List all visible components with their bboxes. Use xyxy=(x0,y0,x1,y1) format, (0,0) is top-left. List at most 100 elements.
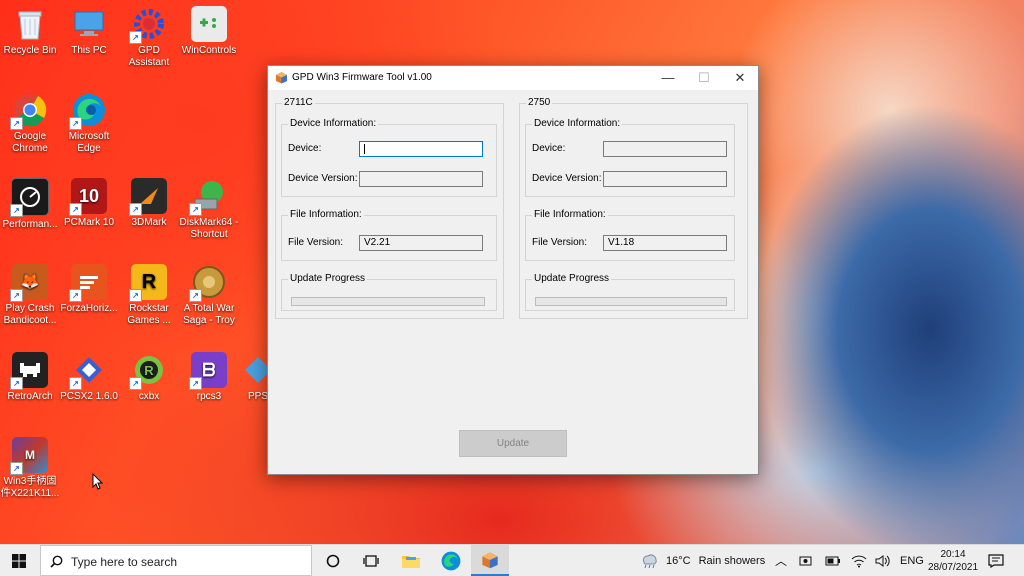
weather-description: Rain showers xyxy=(698,554,766,567)
desktop-icon-chrome[interactable]: ↗ Google Chrome xyxy=(0,92,60,155)
desktop-icon-crash-bandicoot[interactable]: 🦊 ↗ Play Crash Bandicoot... xyxy=(0,264,60,327)
desktop-icon-label: Win3手柄固件X221K11... xyxy=(0,476,60,499)
gamepad-icon xyxy=(191,6,227,42)
file-version-label: File Version: xyxy=(532,237,588,248)
desktop-icon-edge[interactable]: ↗ Microsoft Edge xyxy=(59,92,119,155)
wifi-icon xyxy=(851,555,867,567)
search-placeholder: Type here to search xyxy=(71,555,178,569)
tray-meet-now[interactable] xyxy=(799,545,813,576)
edge-icon xyxy=(441,551,461,570)
desktop-icon-forza[interactable]: ↗ ForzaHoriz... xyxy=(59,264,119,315)
desktop-icon-label: RetroArch xyxy=(7,391,53,402)
group-legend: Device Information: xyxy=(532,118,623,129)
this-pc-icon xyxy=(71,6,107,42)
tray-volume[interactable] xyxy=(875,545,891,576)
desktop-icon-label: PCMark 10 xyxy=(63,217,114,228)
taskbar-firmware-tool[interactable] xyxy=(471,545,509,576)
task-view-icon xyxy=(363,554,379,567)
mouse-cursor-icon xyxy=(92,473,104,490)
device-label: Device: xyxy=(288,143,322,154)
file-version-field[interactable]: V1.18 xyxy=(603,235,727,251)
desktop-icon-label: 3DMark xyxy=(131,217,167,228)
close-button[interactable]: ✕ xyxy=(722,66,758,90)
desktop-icon-troy[interactable]: ↗ A Total War Saga - Troy xyxy=(179,264,239,327)
desktop-icon-rpcs3[interactable]: ᗷ ↗ rpcs3 xyxy=(179,352,239,403)
cortana-button[interactable] xyxy=(314,545,352,576)
taskbar-clock[interactable]: 20:14 28/07/2021 xyxy=(928,545,978,576)
battery-icon xyxy=(825,556,840,565)
tray-network[interactable] xyxy=(851,545,867,576)
desktop-icon-3dmark[interactable]: ↗ 3DMark xyxy=(119,178,179,229)
maximize-button[interactable]: ☐ xyxy=(686,66,722,90)
desktop-icon-pcmark[interactable]: 10 ↗ PCMark 10 xyxy=(59,178,119,229)
desktop-icon-gpd-assistant[interactable]: ↗ GPD Assistant xyxy=(119,6,179,69)
device-version-label: Device Version: xyxy=(288,173,358,184)
chrome-icon: ↗ xyxy=(10,92,48,130)
task-view-button[interactable] xyxy=(352,545,390,576)
desktop-icon-label: A Total War Saga - Troy xyxy=(183,303,235,326)
taskbar-edge[interactable] xyxy=(432,545,470,576)
desktop-icon-label: DiskMark64 - Shortcut xyxy=(179,217,239,240)
group-legend: Update Progress xyxy=(532,273,612,284)
device-field[interactable] xyxy=(359,141,483,157)
panel-2711c: 2711C Device Information: Device: Device… xyxy=(275,97,504,319)
forza-horizon-icon: ↗ xyxy=(69,264,107,302)
file-information-group: File Information: File Version: V2.21 xyxy=(281,209,497,261)
weather-temperature: 16°C xyxy=(666,554,691,567)
desktop-icon-firmware-zip[interactable]: M ↗ Win3手柄固件X221K11... xyxy=(0,437,60,500)
minimize-button[interactable]: — xyxy=(650,66,686,90)
window-titlebar[interactable]: GPD Win3 Firmware Tool v1.00 — ☐ ✕ xyxy=(268,66,758,90)
language-indicator[interactable]: ENG xyxy=(900,545,924,576)
desktop-icon-rockstar[interactable]: R ↗ Rockstar Games ... xyxy=(119,264,179,327)
desktop-icon-recycle-bin[interactable]: Recycle Bin xyxy=(0,6,60,57)
update-progress-bar xyxy=(291,297,485,306)
desktop-icon-label: WinControls xyxy=(181,45,237,56)
update-button[interactable]: Update xyxy=(459,430,567,457)
desktop-icon-label: cxbx xyxy=(138,391,160,402)
search-icon xyxy=(50,555,63,568)
firmware-tool-window: GPD Win3 Firmware Tool v1.00 — ☐ ✕ 2711C… xyxy=(267,65,759,475)
tray-battery[interactable] xyxy=(825,545,841,576)
rpcs3-icon: ᗷ ↗ xyxy=(189,352,227,390)
desktop-icon-label: Google Chrome xyxy=(12,131,48,154)
svg-text:R: R xyxy=(144,363,154,378)
desktop-icon-performance[interactable]: ↗ Performan... xyxy=(0,178,60,231)
desktop-icon-label: Recycle Bin xyxy=(3,45,57,56)
file-version-field[interactable]: V2.21 xyxy=(359,235,483,251)
desktop-icon-cxbx[interactable]: R ↗ cxbx xyxy=(119,352,179,403)
app-icon xyxy=(276,72,287,84)
desktop-icon-label: Play Crash Bandicoot... xyxy=(3,303,57,326)
group-legend: Update Progress xyxy=(288,273,368,284)
desktop-icon-diskmark[interactable]: ↗ DiskMark64 - Shortcut xyxy=(179,178,239,241)
cortana-icon xyxy=(326,554,340,567)
taskbar-file-explorer[interactable] xyxy=(392,545,430,576)
recycle-bin-icon xyxy=(12,6,48,42)
device-version-field[interactable] xyxy=(359,171,483,187)
action-center-button[interactable] xyxy=(988,545,1004,576)
desktop-icon-this-pc[interactable]: This PC xyxy=(59,6,119,57)
desktop-icon-wincontrols[interactable]: WinControls xyxy=(179,6,239,57)
taskbar: Type here to search 16°C Rain showers ︿ … xyxy=(0,544,1024,576)
meet-now-icon xyxy=(799,556,812,565)
start-button[interactable] xyxy=(0,545,40,576)
device-field[interactable] xyxy=(603,141,727,157)
windows-logo-icon xyxy=(12,554,26,568)
panel-heading: 2750 xyxy=(526,97,553,108)
rain-cloud-icon xyxy=(642,554,657,568)
desktop-icon-pcsx2[interactable]: ↗ PCSX2 1.6.0 xyxy=(59,352,119,403)
device-version-field[interactable] xyxy=(603,171,727,187)
gpd-assistant-icon: ↗ xyxy=(129,6,167,44)
pcmark-icon: 10 ↗ xyxy=(69,178,107,216)
device-label: Device: xyxy=(532,143,566,154)
desktop-icon-retroarch[interactable]: ↗ RetroArch xyxy=(0,352,60,403)
clock-time: 20:14 xyxy=(940,548,966,560)
taskbar-search-box[interactable]: Type here to search xyxy=(40,545,312,576)
desktop-icon-label: GPD Assistant xyxy=(128,45,170,68)
language-label: ENG xyxy=(900,554,924,567)
weather-widget[interactable]: 16°C Rain showers xyxy=(640,545,765,576)
folder-icon xyxy=(402,555,420,568)
cxbx-icon: R ↗ xyxy=(129,352,167,390)
desktop-icon-label: Performan... xyxy=(2,219,58,230)
show-hidden-icons-button[interactable]: ︿ xyxy=(775,545,787,576)
device-version-label: Device Version: xyxy=(532,173,602,184)
